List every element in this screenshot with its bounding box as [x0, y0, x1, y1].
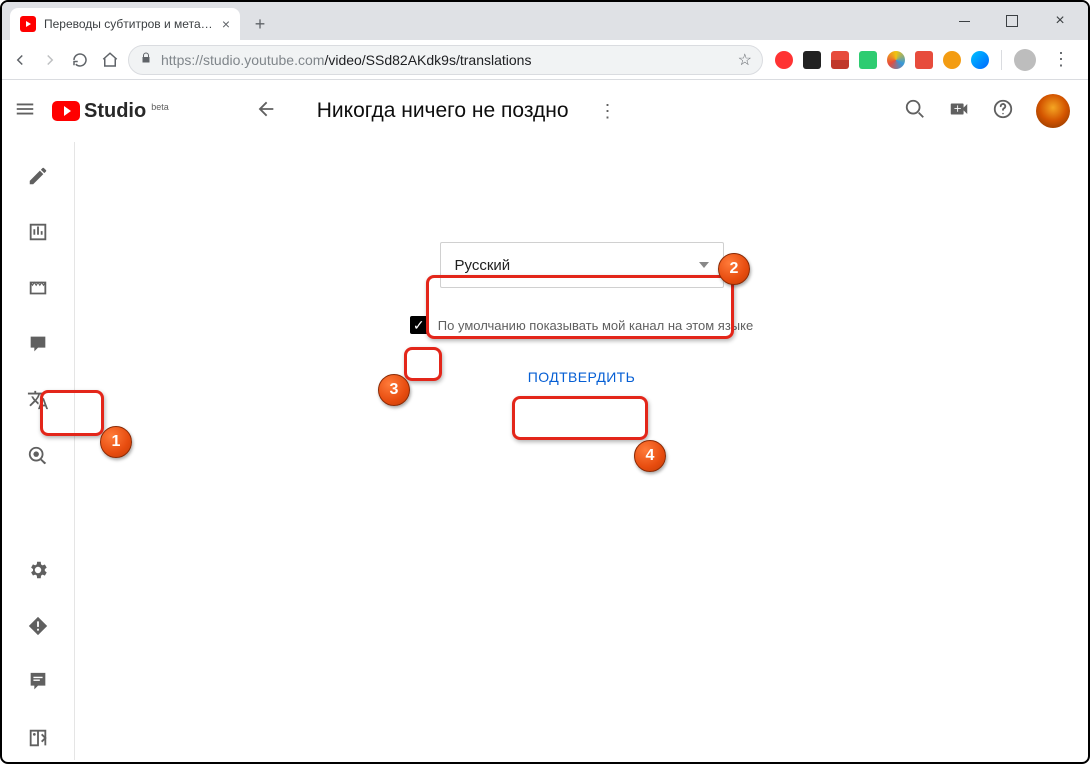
menu-hamburger-button[interactable]: [14, 98, 36, 125]
dropdown-caret-icon: [699, 262, 709, 268]
browser-tab[interactable]: Переводы субтитров и метадан… ×: [10, 8, 240, 40]
video-title: Никогда ничего не поздно: [317, 99, 569, 123]
extension-icon[interactable]: [803, 51, 821, 69]
extension-icon[interactable]: [943, 51, 961, 69]
window-close-button[interactable]: ×: [1038, 6, 1082, 36]
nav-back-button[interactable]: [10, 50, 30, 70]
checkbox-label: По умолчанию показывать мой канал на это…: [438, 318, 753, 333]
sidebar-item-analytics[interactable]: [18, 218, 58, 246]
tab-title: Переводы субтитров и метадан…: [44, 17, 214, 31]
checkbox-checked-icon[interactable]: ✓: [410, 316, 428, 334]
youtube-favicon-icon: [20, 16, 36, 32]
sidebar-item-comments-alt[interactable]: [18, 668, 58, 696]
help-button[interactable]: [992, 98, 1014, 125]
sidebar-item-details[interactable]: [18, 162, 58, 190]
extension-icon[interactable]: [887, 51, 905, 69]
sidebar-item-classic[interactable]: [18, 724, 58, 752]
app-header: Studio beta Никогда ничего не поздно ⋮: [2, 80, 1088, 142]
sidebar-item-feedback[interactable]: [18, 612, 58, 640]
lock-icon: [139, 51, 153, 68]
user-avatar[interactable]: [1036, 94, 1070, 128]
sidebar-item-translations[interactable]: [18, 386, 58, 414]
browser-menu-button[interactable]: ⋮: [1046, 49, 1076, 70]
close-tab-icon[interactable]: ×: [222, 16, 230, 32]
language-selected-value: Русский: [455, 257, 699, 274]
browser-tabstrip: Переводы субтитров и метадан… × + ×: [2, 2, 1088, 40]
language-select[interactable]: Русский: [440, 242, 724, 288]
nav-home-button[interactable]: [100, 50, 120, 70]
logo-beta-label: beta: [151, 102, 169, 112]
nav-reload-button[interactable]: [70, 50, 90, 70]
extension-icon[interactable]: [859, 51, 877, 69]
extensions-area: ⋮: [771, 49, 1080, 71]
bookmark-star-icon[interactable]: ☆: [738, 50, 752, 70]
window-controls: ×: [942, 2, 1088, 40]
video-options-button[interactable]: ⋮: [599, 101, 617, 122]
sidebar-item-other[interactable]: [18, 442, 58, 470]
confirm-button[interactable]: ПОДТВЕРДИТЬ: [510, 360, 653, 394]
window-minimize-button[interactable]: [942, 6, 986, 36]
sidebar: [2, 142, 75, 760]
create-video-button[interactable]: [948, 98, 970, 125]
default-language-checkbox-row[interactable]: ✓ По умолчанию показывать мой канал на э…: [410, 316, 753, 334]
browser-toolbar: https://studio.youtube.com/video/SSd82AK…: [2, 40, 1088, 80]
nav-forward-button[interactable]: [40, 50, 60, 70]
address-bar[interactable]: https://studio.youtube.com/video/SSd82AK…: [128, 45, 763, 75]
youtube-studio-logo[interactable]: Studio beta: [52, 100, 169, 123]
profile-avatar-icon[interactable]: [1014, 49, 1036, 71]
extension-icon[interactable]: [971, 51, 989, 69]
sidebar-item-comments[interactable]: [18, 330, 58, 358]
extension-icon[interactable]: [831, 51, 849, 69]
extension-icon[interactable]: [775, 51, 793, 69]
url-text: https://studio.youtube.com/video/SSd82AK…: [161, 52, 730, 68]
sidebar-item-editor[interactable]: [18, 274, 58, 302]
extensions-separator: [1001, 50, 1002, 70]
back-button[interactable]: [255, 98, 277, 125]
new-tab-button[interactable]: +: [246, 10, 274, 38]
sidebar-item-settings[interactable]: [18, 556, 58, 584]
main-content: Русский ✓ По умолчанию показывать мой ка…: [75, 142, 1088, 760]
extension-icon[interactable]: [915, 51, 933, 69]
search-button[interactable]: [904, 98, 926, 125]
window-maximize-button[interactable]: [990, 6, 1034, 36]
youtube-logo-icon: [52, 101, 80, 121]
logo-text: Studio: [84, 100, 146, 123]
